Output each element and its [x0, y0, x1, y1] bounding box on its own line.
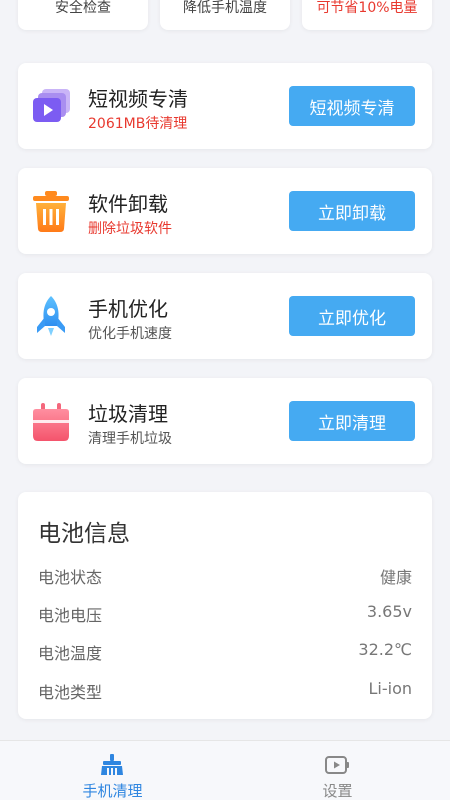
battery-row-label: 电池电压: [38, 606, 103, 625]
card-title: 垃圾清理: [88, 402, 168, 426]
battery-row-value: Li-ion: [368, 679, 412, 698]
card-short-video: 短视频专清 2061MB待清理 短视频专清: [18, 63, 432, 149]
battery-row-label: 电池温度: [38, 644, 103, 663]
top-card-battery-save[interactable]: 可节省10%电量: [302, 0, 432, 30]
card-title: 手机优化: [88, 297, 168, 321]
uninstall-button[interactable]: 立即卸载: [289, 191, 415, 231]
card-junk-clean: 垃圾清理 清理手机垃圾 立即清理: [18, 378, 432, 464]
card-subtitle: 优化手机速度: [88, 326, 172, 342]
broom-icon: [101, 754, 123, 775]
nav-item-settings[interactable]: 设置: [225, 741, 450, 800]
top-edge-right: 9: [434, 0, 442, 1]
top-card-label: 安全检查: [55, 0, 111, 16]
battery-row-value: 3.65v: [366, 602, 412, 621]
rocket-icon: [37, 296, 65, 336]
top-card-label: 降低手机温度: [183, 0, 267, 16]
top-card-label: 可节省10%电量: [316, 0, 418, 16]
top-feature-row: 2 安全检查 降低手机温度 可节省10%电量 9: [0, 0, 450, 30]
battery-info-card: 电池信息 电池状态 健康 电池电压 3.65v 电池温度 32.2℃ 电池类型 …: [18, 492, 432, 719]
nav-label: 设置: [322, 782, 353, 800]
optimize-button[interactable]: 立即优化: [289, 296, 415, 336]
top-card-safety[interactable]: 安全检查: [18, 0, 148, 30]
trash-icon: [33, 191, 69, 232]
top-edge-left: 2: [8, 0, 16, 1]
card-title: 软件卸载: [88, 192, 168, 216]
bottom-nav: 手机清理 设置: [0, 740, 450, 800]
battery-row-value: 32.2℃: [358, 640, 412, 659]
battery-info-title: 电池信息: [38, 521, 130, 547]
junk-clean-button[interactable]: 立即清理: [289, 401, 415, 441]
battery-row-status: 电池状态 健康: [38, 564, 412, 588]
battery-row-value: 健康: [379, 568, 412, 587]
short-video-clean-button[interactable]: 短视频专清: [289, 86, 415, 126]
junk-bag-icon: [33, 403, 69, 441]
settings-video-icon: [325, 756, 349, 774]
battery-row-label: 电池类型: [38, 683, 103, 702]
battery-row-voltage: 电池电压 3.65v: [38, 602, 412, 626]
card-uninstall: 软件卸载 删除垃圾软件 立即卸载: [18, 168, 432, 254]
card-subtitle: 删除垃圾软件: [88, 221, 172, 237]
card-optimize: 手机优化 优化手机速度 立即优化: [18, 273, 432, 359]
card-subtitle: 清理手机垃圾: [88, 431, 172, 447]
battery-row-type: 电池类型 Li-ion: [38, 679, 412, 703]
battery-row-temperature: 电池温度 32.2℃: [38, 640, 412, 664]
top-card-cooling[interactable]: 降低手机温度: [160, 0, 290, 30]
battery-row-label: 电池状态: [38, 568, 103, 587]
card-title: 短视频专清: [88, 87, 188, 111]
nav-label: 手机清理: [82, 782, 143, 800]
video-clean-icon: [33, 89, 70, 122]
nav-item-phone-clean[interactable]: 手机清理: [0, 741, 225, 800]
card-subtitle: 2061MB待清理: [88, 116, 188, 132]
